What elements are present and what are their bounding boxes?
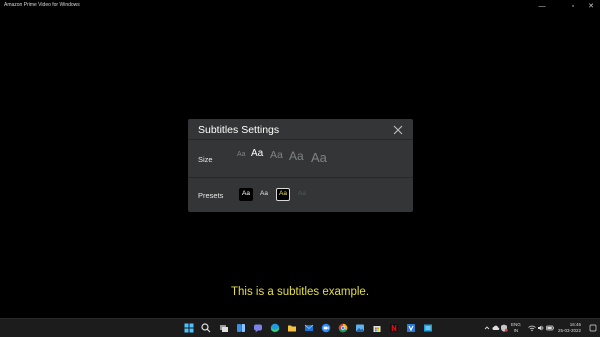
preset-yellow-on-black[interactable]: Aa [276,188,290,201]
file-explorer-icon[interactable] [287,323,297,333]
netflix-icon[interactable] [389,323,399,333]
preset-white-transparent[interactable]: Aa [257,188,271,201]
battery-icon[interactable] [545,323,555,333]
presets-label: Presets [198,191,224,200]
subtitle-example-text: This is a subtitles example. [230,286,370,298]
teams-chat-icon[interactable] [253,323,263,333]
photos-icon[interactable] [355,323,365,333]
keyboard-region: IN [513,328,519,333]
preset-white-on-black[interactable]: Aa [239,188,253,201]
clock[interactable]: 16:46 25-03-2022 [558,322,581,334]
minimize-button[interactable]: — [530,0,554,12]
zoom-icon[interactable] [321,323,331,333]
task-view-icon[interactable] [219,323,229,333]
notification-icon[interactable] [588,323,598,333]
date-text: 25-03-2022 [558,328,582,333]
window-title: Amazon Prime Video for Windows [4,2,80,8]
mail-icon[interactable] [304,323,314,333]
windows-start-icon[interactable] [184,323,194,333]
size-label: Size [198,155,213,164]
preset-dim[interactable]: Aa [295,188,309,201]
divider [188,177,413,178]
size-option-small[interactable]: Aa [251,149,263,159]
chrome-icon[interactable] [338,323,348,333]
window-title-bar: Amazon Prime Video for Windows — ▫ ✕ [0,0,600,12]
size-option-xlarge[interactable]: Aa [311,151,327,164]
close-window-button[interactable]: ✕ [579,0,600,12]
store-icon[interactable] [372,323,382,333]
widgets-icon[interactable] [236,323,246,333]
dialog-title: Subtitles Settings [198,124,280,136]
size-option-medium[interactable]: Aa [270,150,283,161]
security-icon[interactable] [499,323,509,333]
close-icon[interactable] [391,123,405,137]
size-option-large[interactable]: Aa [289,150,304,162]
language-indicator[interactable]: ENG IN [511,322,521,334]
divider [188,139,413,140]
prime-video-icon[interactable] [423,323,433,333]
subtitles-settings-dialog: Subtitles Settings Size Aa Aa Aa Aa Aa P… [188,119,413,212]
size-option-xsmall[interactable]: Aa [237,151,246,158]
search-icon[interactable] [201,323,211,333]
visual-studio-icon[interactable] [406,323,416,333]
taskbar: ENG IN 16:46 25-03-2022 [0,318,600,337]
edge-icon[interactable] [270,323,280,333]
